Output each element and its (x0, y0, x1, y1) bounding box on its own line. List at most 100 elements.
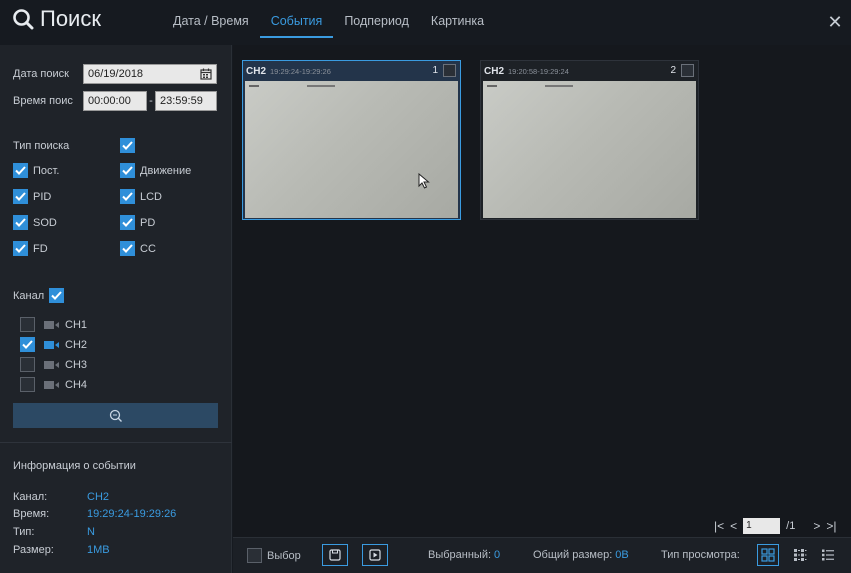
time-end-input[interactable]: 23:59:59 (155, 91, 217, 111)
info-key: Время: (13, 508, 50, 520)
event-type-fd[interactable]: FD (13, 241, 120, 256)
event-type-lcd[interactable]: LCD (120, 189, 162, 204)
event-info-type: Тип: N (13, 526, 95, 538)
view-detail-button[interactable] (789, 544, 811, 566)
event-type-checkbox[interactable] (13, 189, 28, 204)
save-icon (329, 549, 341, 561)
event-type-checkbox[interactable] (120, 189, 135, 204)
info-value: 1MB (87, 544, 110, 556)
divider (0, 442, 232, 443)
channel-name: CH1 (65, 318, 88, 331)
check-icon (122, 192, 133, 201)
total-size-value: 0B (615, 549, 629, 561)
first-page-icon[interactable]: |< (714, 519, 724, 533)
event-info-channel: Канал: CH2 (13, 491, 109, 503)
event-type-row-4: FD CC (13, 241, 156, 256)
event-type-pd[interactable]: PD (120, 215, 155, 230)
selected-count: Выбранный: 0 (428, 549, 500, 561)
channel-checkbox[interactable] (20, 377, 35, 392)
check-icon (15, 192, 26, 201)
tab-events[interactable]: События (259, 14, 334, 38)
calendar-icon[interactable] (200, 68, 212, 80)
result-thumbnail-2[interactable]: CH2 19:20:58-19:29:24 2 (480, 60, 699, 220)
event-type-checkbox[interactable] (13, 215, 28, 230)
select-checkbox[interactable] (247, 548, 262, 563)
event-type-pid[interactable]: PID (13, 189, 120, 204)
tab-date-time[interactable]: Дата / Время (162, 14, 260, 38)
channel-checkbox[interactable] (20, 317, 35, 332)
thumbnail-index: 2 (670, 65, 676, 76)
event-type-checkbox[interactable] (13, 163, 28, 178)
thumbnail-checkbox[interactable] (681, 64, 694, 77)
event-type-cc[interactable]: CC (120, 241, 156, 256)
event-type-label: PID (33, 190, 52, 203)
event-type-row-1: Пост. Движение (13, 163, 191, 178)
header: Поиск Дата / Время События Подпериод Кар… (0, 0, 851, 44)
search-button[interactable] (13, 403, 218, 428)
view-list-button[interactable] (817, 544, 839, 566)
osd-mark (307, 85, 335, 87)
search-type-label: Тип поиска (13, 139, 70, 152)
thumbnail-image[interactable] (245, 81, 458, 218)
event-type-motion[interactable]: Движение (120, 163, 191, 178)
footer-toolbar: Выбор Выбранный: 0 Общий размер: 0B Тип … (233, 537, 851, 573)
event-type-sod[interactable]: SOD (13, 215, 120, 230)
play-button[interactable] (362, 544, 388, 566)
total-size-label: Общий размер: (533, 549, 613, 561)
event-type-checkbox[interactable] (120, 241, 135, 256)
osd-mark (487, 85, 497, 87)
check-icon (22, 340, 33, 349)
select-toggle[interactable]: Выбор (247, 548, 301, 563)
next-page-icon[interactable]: > (813, 519, 820, 533)
date-row: Дата поиск 06/19/2018 (13, 64, 217, 84)
event-type-label: Движение (140, 164, 192, 177)
event-info-time: Время: 19:29:24-19:29:26 (13, 508, 176, 520)
event-type-checkbox[interactable] (120, 215, 135, 230)
event-type-label: LCD (140, 190, 163, 203)
channel-all-checkbox[interactable] (49, 288, 65, 303)
check-icon (15, 218, 26, 227)
view-type-label: Тип просмотра: (661, 549, 740, 561)
info-key: Канал: (13, 491, 48, 503)
view-detail-item (789, 544, 811, 566)
camera-icon (44, 360, 60, 370)
info-value: CH2 (87, 491, 110, 503)
prev-page-icon[interactable]: < (730, 519, 737, 533)
thumbnail-time: 19:20:58-19:29:24 (508, 66, 569, 76)
channel-ch3[interactable]: CH3 (20, 357, 87, 372)
channel-checkbox[interactable] (20, 357, 35, 372)
total-size: Общий размер: 0B (533, 549, 629, 561)
tab-subperiod[interactable]: Подпериод (333, 14, 420, 38)
check-icon (122, 141, 133, 150)
camera-icon (44, 320, 60, 330)
channel-ch1[interactable]: CH1 (20, 317, 87, 332)
event-type-checkbox[interactable] (13, 241, 28, 256)
view-grid-item (757, 544, 779, 566)
time-start-input[interactable]: 00:00:00 (83, 91, 147, 111)
channel-ch2[interactable]: CH2 (20, 337, 87, 352)
search-type-all-checkbox[interactable] (120, 138, 135, 153)
time-separator: - (149, 95, 153, 107)
tab-bar: Дата / Время События Подпериод Картинка (162, 14, 495, 38)
save-button[interactable] (322, 544, 348, 566)
date-input[interactable]: 06/19/2018 (83, 64, 217, 84)
tab-picture[interactable]: Картинка (420, 14, 495, 38)
channel-checkbox[interactable] (20, 337, 35, 352)
result-thumbnail-1[interactable]: CH2 19:29:24-19:29:26 1 (242, 60, 461, 220)
date-label: Дата поиск (13, 68, 69, 80)
channel-ch4[interactable]: CH4 (20, 377, 87, 392)
event-info-title: Информация о событии (13, 460, 136, 472)
last-page-icon[interactable]: >| (826, 519, 836, 533)
time-label: Время поис (13, 95, 73, 107)
thumbnail-checkbox[interactable] (443, 64, 456, 77)
page-input[interactable]: 1 (743, 518, 781, 534)
view-grid-button[interactable] (757, 544, 779, 566)
event-type-label: PD (140, 216, 156, 229)
select-label: Выбор (267, 549, 301, 562)
event-type-post[interactable]: Пост. (13, 163, 120, 178)
close-button[interactable]: ✕ (825, 12, 845, 32)
event-type-checkbox[interactable] (120, 163, 135, 178)
selected-label: Выбранный: (428, 549, 492, 561)
channel-row: Канал (13, 288, 65, 303)
thumbnail-image[interactable] (483, 81, 696, 218)
